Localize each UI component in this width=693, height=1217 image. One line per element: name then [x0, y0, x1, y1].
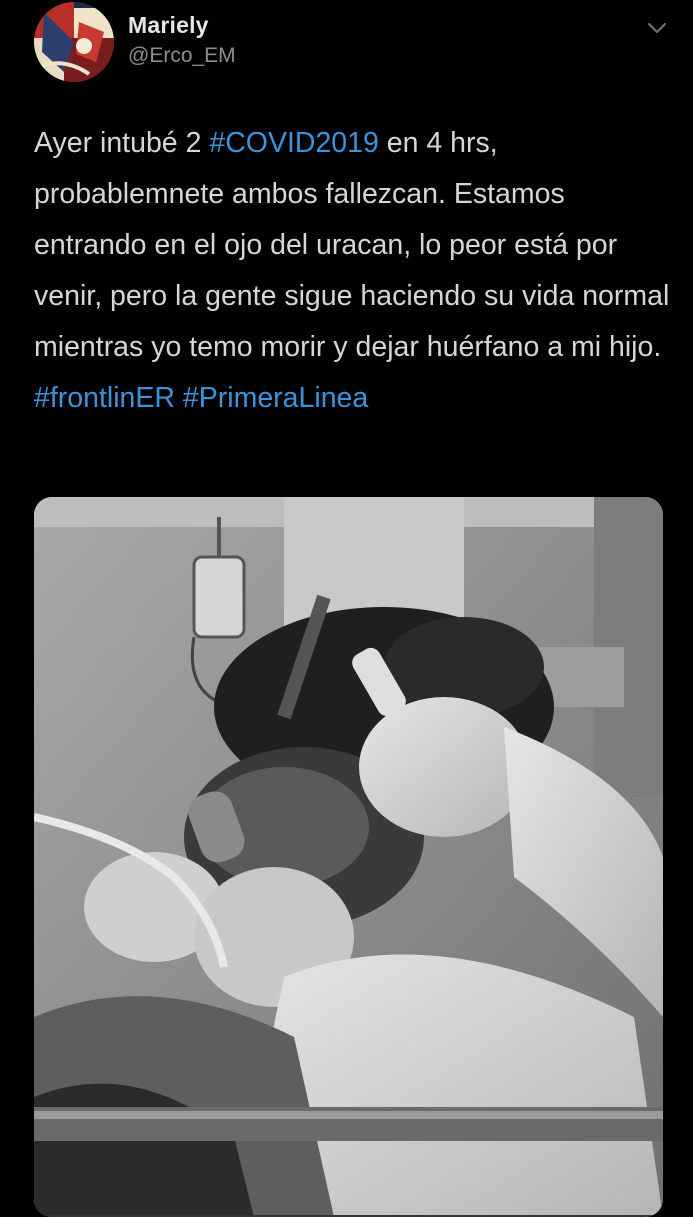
author-name[interactable]: Mariely	[128, 12, 209, 39]
chevron-down-icon[interactable]	[645, 18, 669, 38]
tweet-text: Ayer intubé 2 #COVID2019 en 4 hrs, proba…	[34, 118, 674, 424]
tweet: Mariely @Erco_EM Ayer intubé 2 #COVID201…	[0, 0, 693, 1217]
tweet-text-part: en 4 hrs, probablemnete ambos fallezcan.…	[34, 127, 670, 363]
hashtag-covid2019[interactable]: #COVID2019	[209, 127, 379, 159]
tweet-text-part: Ayer intubé 2	[34, 127, 210, 159]
hashtag-frontliner[interactable]: #frontlinER	[34, 382, 175, 414]
avatar-image	[34, 2, 114, 82]
author-handle[interactable]: @Erco_EM	[128, 44, 236, 68]
hashtag-primeralinea[interactable]: #PrimeraLinea	[183, 382, 368, 414]
tweet-photo[interactable]	[34, 497, 663, 1217]
photo-intubation-grayscale	[34, 497, 663, 1217]
avatar[interactable]	[34, 2, 114, 82]
